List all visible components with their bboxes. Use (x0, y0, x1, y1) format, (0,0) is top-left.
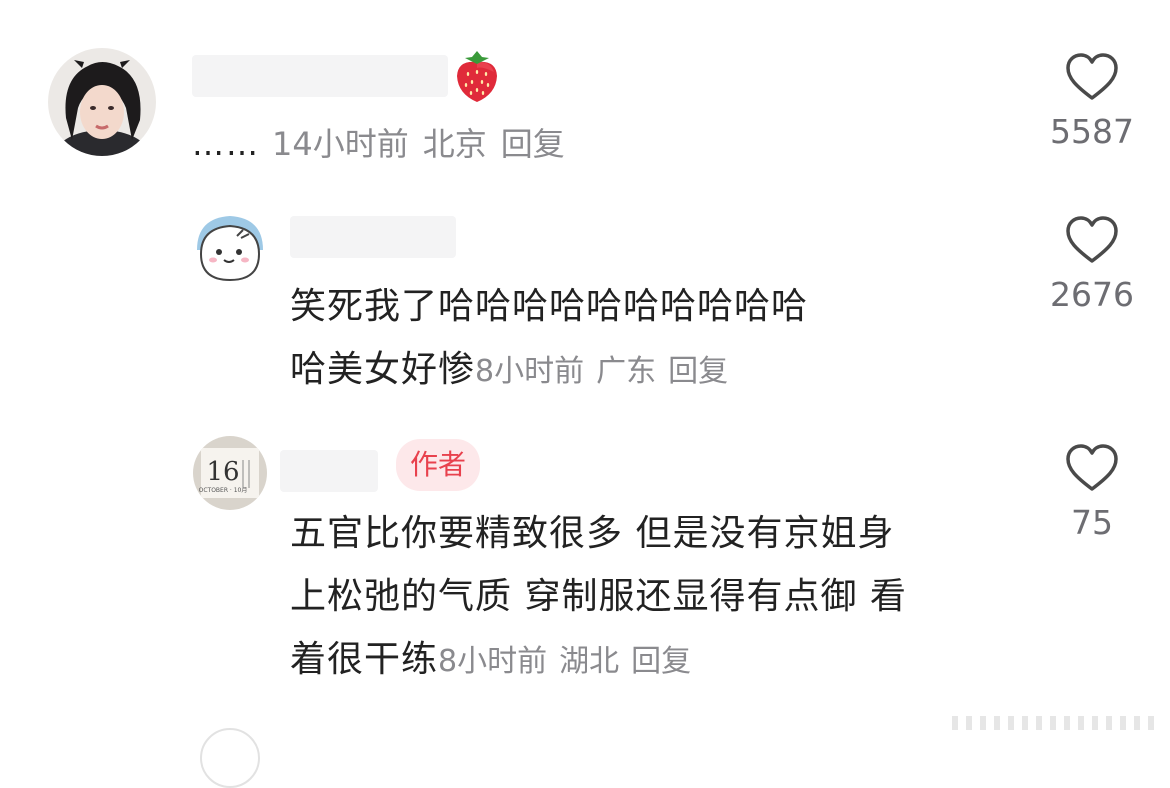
comment-3-line-3: 着很干练8小时前 湖北 回复 (290, 628, 907, 693)
calendar-avatar-icon: 16 OCTOBER · 10月 (193, 436, 267, 510)
comment-2-location: 广东 (596, 354, 657, 389)
comment-2-line-1: 笑死我了哈哈哈哈哈哈哈哈哈哈 (290, 286, 809, 327)
avatar-user-3[interactable]: 16 OCTOBER · 10月 (193, 436, 267, 510)
calendar-day: 16 (206, 457, 239, 487)
cartoon-avatar-icon (193, 210, 267, 284)
comment-1-text: …… (192, 125, 260, 163)
like-count: 75 (1071, 503, 1113, 542)
avatar-user-2[interactable] (193, 210, 267, 284)
comment-3-line-1: 五官比你要精致很多 但是没有京姐身 (290, 513, 895, 554)
like-count: 5587 (1050, 112, 1134, 151)
comment-2-line-2-text: 哈美女好惨 (290, 349, 476, 390)
comment-3-text: 五官比你要精致很多 但是没有京姐身 上松弛的气质 穿制服还显得有点御 看 着很干… (290, 502, 907, 693)
username-hidden-1[interactable] (192, 55, 448, 97)
reply-button[interactable]: 回复 (501, 125, 565, 163)
heart-icon (1066, 444, 1118, 491)
like-button-3[interactable]: 75 (1032, 443, 1152, 543)
comment-2-meta: 8小时前 广东 回复 (475, 354, 740, 389)
comment-2-text: 笑死我了哈哈哈哈哈哈哈哈哈哈 哈美女好惨8小时前 广东 回复 (290, 275, 808, 403)
like-button-2[interactable]: 2676 (1032, 215, 1152, 315)
comment-1-time: 14小时前 (272, 125, 409, 163)
comment-2-time: 8小时前 (475, 354, 585, 389)
heart-icon (1066, 53, 1118, 100)
author-badge: 作者 (396, 439, 481, 491)
calendar-month: OCTOBER · 10月 (199, 487, 248, 494)
comment-1-meta: …… 14小时前 北京 回复 (192, 124, 579, 164)
avatar-user-4-partial[interactable] (200, 728, 260, 788)
comment-3-meta: 8小时前 湖北 回复 (438, 644, 703, 679)
username-hidden-2[interactable] (290, 216, 456, 258)
comment-3-line-3-text: 着很干练 (290, 639, 439, 680)
avatar-user-1[interactable] (48, 48, 156, 156)
like-count: 2676 (1050, 275, 1134, 314)
reply-button[interactable]: 回复 (668, 354, 728, 389)
comment-3-time: 8小时前 (438, 644, 548, 679)
heart-icon (1066, 216, 1118, 263)
comment-1-location: 北京 (422, 125, 487, 163)
comment-3-location: 湖北 (559, 644, 620, 679)
comment-3-line-2: 上松弛的气质 穿制服还显得有点御 看 (290, 576, 907, 617)
avatar-photo-icon (48, 48, 156, 156)
like-button-1[interactable]: 5587 (1032, 52, 1152, 152)
strawberry-icon (452, 48, 502, 104)
reply-button[interactable]: 回复 (631, 644, 691, 679)
watermark-logo (952, 714, 1162, 732)
comment-2-line-2: 哈美女好惨8小时前 广东 回复 (290, 338, 808, 403)
username-hidden-3[interactable] (280, 450, 378, 492)
